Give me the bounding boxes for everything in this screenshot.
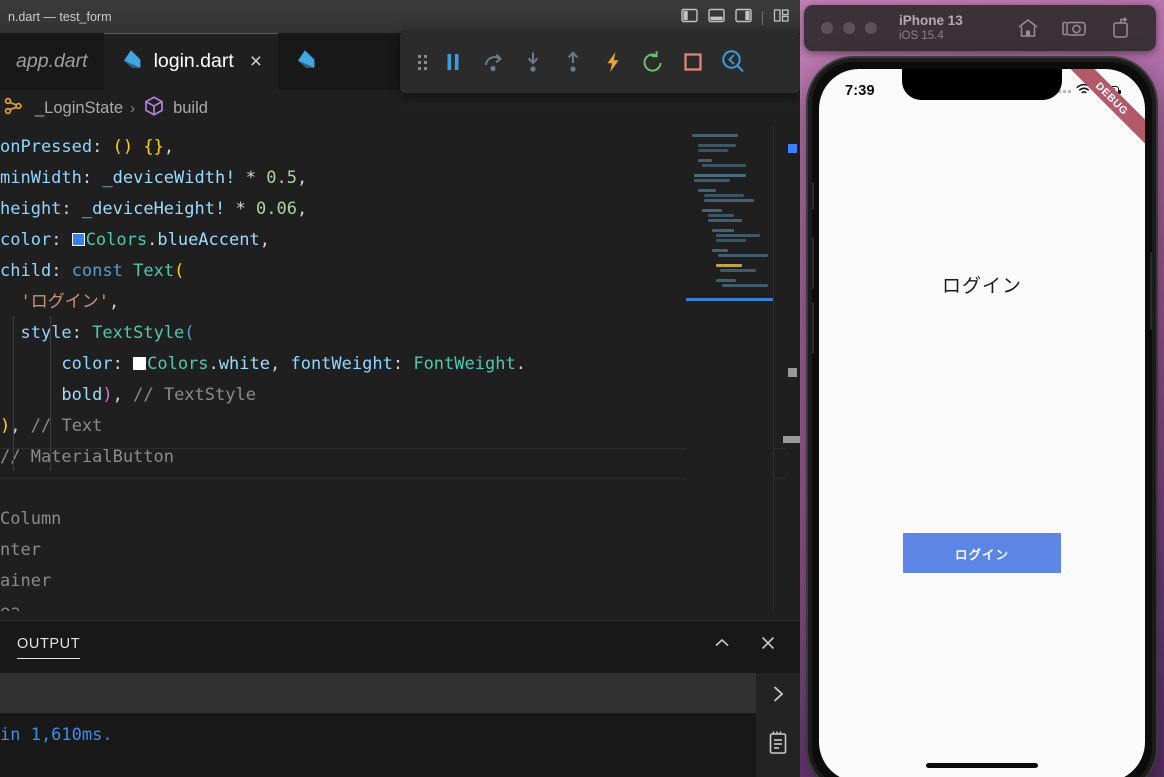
- chevron-up-icon[interactable]: [712, 633, 732, 658]
- phone-volume-down-button[interactable]: [812, 302, 814, 354]
- window-title: n.dart — test_form: [8, 9, 112, 24]
- login-heading: ログイン: [941, 276, 1022, 297]
- home-icon[interactable]: [1016, 16, 1040, 40]
- close-icon[interactable]: [758, 633, 778, 658]
- code-editor[interactable]: onPressed: () {}, minWidth: _deviceWidth…: [0, 126, 800, 611]
- panel-filter-bar[interactable]: [0, 673, 780, 713]
- step-over-button[interactable]: [473, 40, 513, 84]
- flutter-devtools-icon[interactable]: [713, 40, 753, 84]
- output-panel: OUTPUT in 1,610ms.: [0, 620, 800, 777]
- phone-notch: [902, 69, 1062, 100]
- step-into-button[interactable]: [513, 40, 553, 84]
- login-button[interactable]: ログイン: [903, 533, 1061, 573]
- indent-guide: [50, 316, 51, 471]
- battery-icon: [1097, 85, 1121, 97]
- class-icon: [2, 94, 28, 123]
- panel-side-actions: [756, 673, 800, 777]
- status-bar-time: 7:39: [845, 83, 875, 99]
- tab-label: login.dart: [153, 50, 234, 72]
- wifi-icon: [1076, 82, 1092, 100]
- zoom-dot[interactable]: [865, 22, 877, 34]
- dart-file-icon: [294, 47, 318, 76]
- minimap-viewport[interactable]: [686, 298, 774, 301]
- color-swatch-blueaccent[interactable]: [71, 233, 85, 246]
- close-dot[interactable]: [821, 22, 833, 34]
- phone-volume-up-button[interactable]: [812, 237, 814, 289]
- customize-layout-icon[interactable]: [773, 8, 790, 28]
- titlebar-divider: [762, 11, 763, 25]
- tab-app-dart[interactable]: app.dart: [0, 33, 104, 90]
- output-log-line: in 1,610ms.: [0, 725, 113, 745]
- scroll-marker: [783, 436, 800, 443]
- close-icon[interactable]: ×: [250, 51, 262, 72]
- camera-icon[interactable]: [1062, 16, 1088, 40]
- hot-reload-button[interactable]: [593, 40, 633, 84]
- step-out-button[interactable]: [553, 40, 593, 84]
- breadcrumb-item-method[interactable]: build: [173, 99, 208, 118]
- debug-toolbar[interactable]: [400, 31, 800, 93]
- hot-restart-button[interactable]: [633, 40, 673, 84]
- clipboard-icon[interactable]: [766, 730, 790, 761]
- grip-handle-icon[interactable]: [418, 54, 427, 70]
- code-text[interactable]: onPressed: () {}, minWidth: _deviceWidth…: [0, 126, 800, 611]
- color-swatch-white[interactable]: [133, 357, 147, 370]
- rotate-device-icon[interactable]: [1110, 16, 1132, 40]
- stop-button[interactable]: [673, 40, 713, 84]
- tab-next[interactable]: [278, 33, 335, 90]
- editor-scrollbar[interactable]: [783, 126, 800, 611]
- panel-header: OUTPUT: [0, 621, 800, 673]
- chevron-right-icon[interactable]: [767, 683, 789, 710]
- panel-actions: [712, 633, 778, 658]
- method-icon: [142, 94, 166, 123]
- simulator-screen: 7:39 DEBUG ログイン ログイン: [819, 69, 1145, 777]
- output-log-area[interactable]: in 1,610ms.: [0, 713, 800, 773]
- layout-toggle-group: [681, 8, 790, 28]
- home-indicator[interactable]: [926, 763, 1038, 768]
- window-titlebar: n.dart — test_form: [0, 0, 800, 33]
- tab-login-dart[interactable]: login.dart ×: [103, 33, 279, 90]
- simulator-window-chrome: iPhone 13 iOS 15.4: [804, 5, 1156, 51]
- tab-output[interactable]: OUTPUT: [17, 636, 81, 659]
- simulator-device-name: iPhone 13: [899, 12, 963, 28]
- simulator-actions: [1016, 16, 1132, 40]
- pause-button[interactable]: [433, 40, 473, 84]
- phone-silent-switch[interactable]: [812, 182, 814, 210]
- simulator-window-dots[interactable]: [821, 22, 877, 34]
- tab-label: app.dart: [16, 50, 88, 72]
- simulator-os-version: iOS 15.4: [899, 30, 944, 43]
- scroll-marker: [788, 368, 797, 377]
- simulator-device-info: iPhone 13 iOS 15.4: [899, 12, 963, 43]
- panel-right-icon[interactable]: [735, 8, 752, 28]
- minimap[interactable]: [686, 126, 774, 611]
- panel-left-icon[interactable]: [681, 8, 698, 28]
- dart-file-icon: [120, 47, 144, 76]
- indent-guide: [13, 316, 14, 471]
- vscode-window: n.dart — test_form app.dart login.dart ×…: [0, 0, 800, 777]
- minimize-dot[interactable]: [843, 22, 855, 34]
- app-content: ログイン ログイン: [819, 69, 1145, 777]
- scroll-marker-current: [788, 144, 797, 153]
- breadcrumb: _LoginState › build: [0, 90, 800, 126]
- iphone-simulator-frame: 7:39 DEBUG ログイン ログイン: [808, 58, 1156, 777]
- breadcrumb-item-class[interactable]: _LoginState: [35, 99, 123, 118]
- phone-power-button[interactable]: [1150, 252, 1152, 330]
- breadcrumb-separator: ›: [130, 99, 136, 117]
- panel-bottom-icon[interactable]: [708, 8, 725, 28]
